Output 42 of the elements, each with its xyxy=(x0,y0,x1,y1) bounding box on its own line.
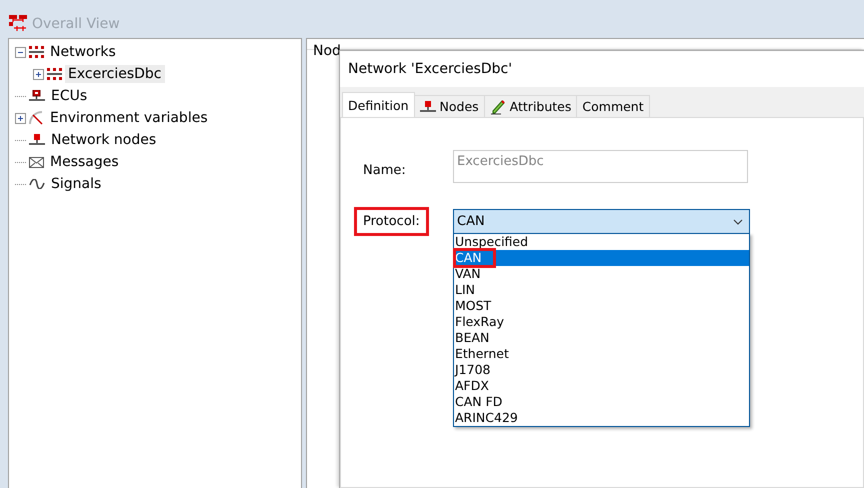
dropdown-option[interactable]: MOST xyxy=(454,298,749,314)
dropdown-option[interactable]: CAN FD xyxy=(454,394,749,410)
dropdown-option[interactable]: Ethernet xyxy=(454,346,749,362)
tab[interactable]: Definition xyxy=(342,92,415,117)
window-title: Overall View xyxy=(32,16,120,32)
tab[interactable]: Attributes xyxy=(484,95,578,117)
dropdown-option[interactable]: J1708 xyxy=(454,362,749,378)
tree-item[interactable]: Environment variables xyxy=(47,109,211,127)
column-header[interactable]: Nod xyxy=(313,43,341,59)
tab[interactable]: Comment xyxy=(576,95,650,117)
dropdown-option[interactable]: CAN xyxy=(454,250,749,266)
network-icon xyxy=(29,46,44,58)
tree-item[interactable]: Network nodes xyxy=(48,131,160,149)
protocol-dropdown[interactable]: CAN xyxy=(453,209,750,234)
dropdown-option[interactable]: VAN xyxy=(454,266,749,282)
dropdown-option[interactable]: LIN xyxy=(454,282,749,298)
minus-icon[interactable] xyxy=(15,46,26,58)
chevron-down-icon xyxy=(733,218,743,224)
tree-item[interactable]: ExcerciesDbc xyxy=(65,65,165,83)
wave-icon xyxy=(29,179,45,189)
gauge-icon xyxy=(29,111,44,125)
tree-item[interactable]: Networks xyxy=(47,43,119,61)
network-icon xyxy=(47,68,62,80)
dialog-title: Network 'ExcerciesDbc' xyxy=(348,61,512,77)
field-label: Name: xyxy=(362,162,407,180)
ecu-icon xyxy=(29,90,45,102)
dropdown-option[interactable]: BEAN xyxy=(454,330,749,346)
field-label: Protocol: xyxy=(354,207,429,236)
pencil-icon xyxy=(490,98,506,114)
plus-icon[interactable] xyxy=(33,68,44,80)
dropdown-option[interactable]: ARINC429 xyxy=(454,410,749,426)
node-icon xyxy=(420,100,436,112)
tree-item[interactable]: Messages xyxy=(47,153,122,171)
dropdown-option[interactable]: Unspecified xyxy=(454,234,749,250)
tree-item[interactable]: ECUs xyxy=(48,87,90,105)
envelope-icon xyxy=(29,156,44,168)
dropdown-option[interactable]: AFDX xyxy=(454,378,749,394)
dropdown-option[interactable]: FlexRay xyxy=(454,314,749,330)
network-tree-icon xyxy=(8,14,28,32)
plus-icon[interactable] xyxy=(15,112,26,124)
tree-item[interactable]: Signals xyxy=(48,175,104,193)
node-icon xyxy=(29,134,45,146)
